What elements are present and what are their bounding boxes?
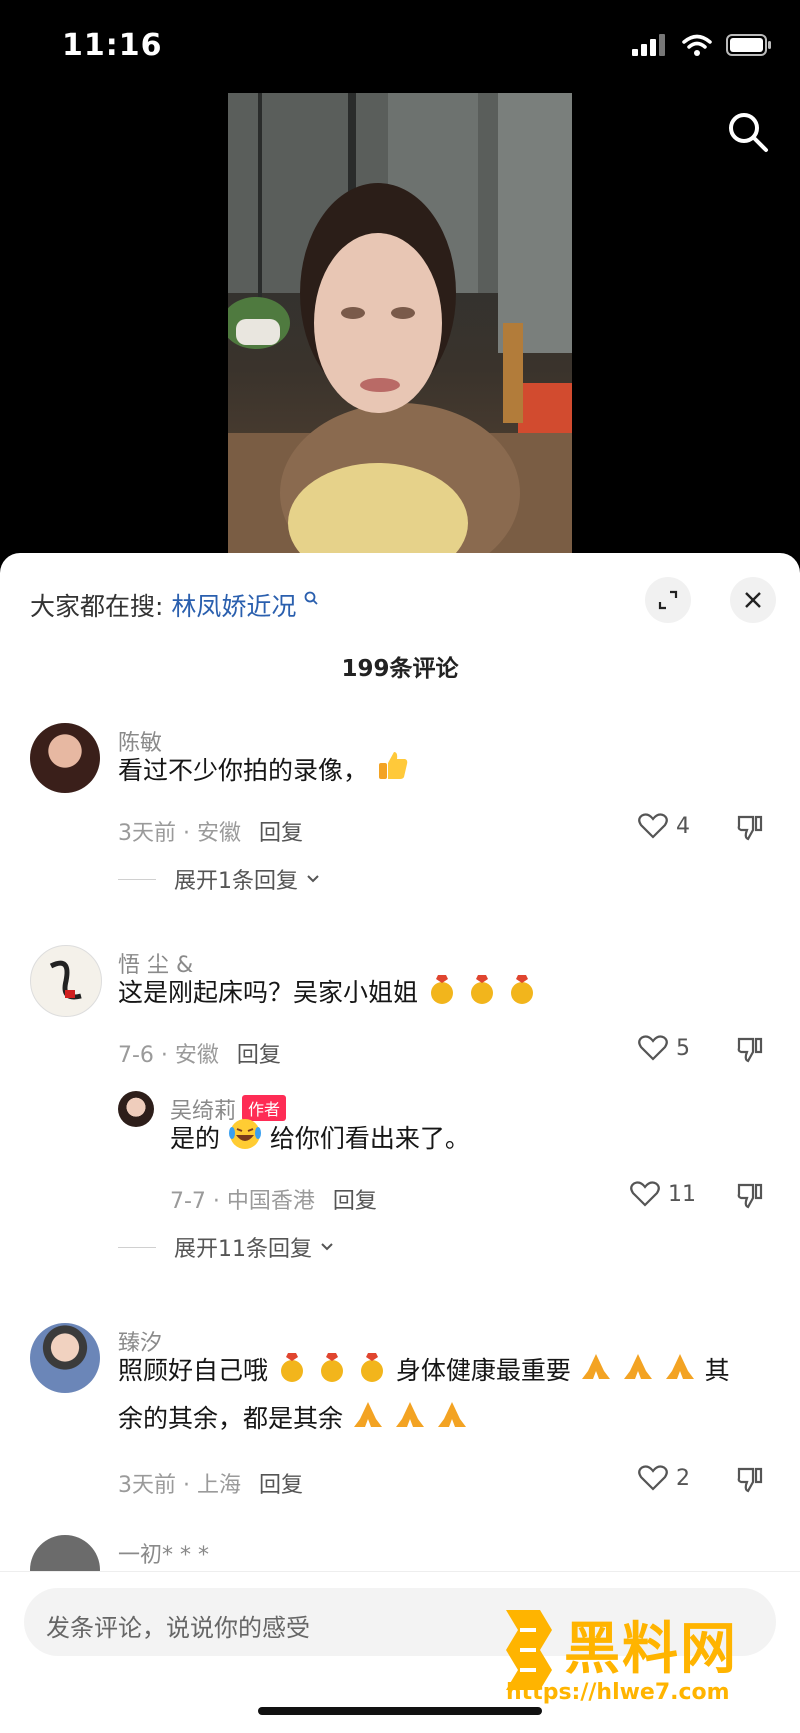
thumbs-down-icon — [737, 1183, 763, 1209]
chevron-down-icon — [321, 1243, 333, 1251]
status-time: 11:16 — [62, 28, 163, 63]
like-button[interactable]: 2 — [638, 1465, 690, 1491]
expand-sheet-button[interactable] — [645, 577, 691, 623]
status-bar: 11:16 — [0, 0, 800, 96]
like-count: 4 — [676, 813, 690, 839]
hot-search-keyword[interactable]: 林凤娇近况 — [171, 592, 296, 621]
hot-search-label: 大家都在搜: — [30, 592, 164, 621]
cellular-signal-icon — [632, 34, 665, 56]
comment-text-content: 这是刚起床吗？吴家小姐姐 — [118, 978, 419, 1007]
chevron-down-icon — [307, 875, 319, 883]
reply-text-a: 是的 — [170, 1124, 221, 1153]
reply-meta: 7-7 · 中国香港 回复 — [170, 1183, 377, 1215]
praying-hands-icon — [623, 1354, 652, 1379]
praying-hands-icon — [395, 1402, 424, 1427]
comment-text: 看过不少你拍的录像， — [118, 747, 410, 795]
divider — [118, 1246, 156, 1248]
battery-icon — [726, 34, 771, 56]
heart-icon — [638, 1465, 668, 1491]
search-icon[interactable] — [726, 110, 770, 158]
praying-hands-icon — [665, 1354, 694, 1379]
video-frame — [228, 93, 572, 553]
expand-replies[interactable]: 展开11条回复 — [118, 1231, 334, 1263]
like-button[interactable]: 5 — [638, 1035, 690, 1061]
comment-sheet: 大家都在搜: 林凤娇近况 199条评论 陈敏 看过不少你拍的录像， 3天前 · … — [0, 553, 800, 1732]
comment-text-line2: 余的其余，都是其余 — [118, 1404, 344, 1433]
reply-time-location: 7-7 · 中国香港 — [170, 1189, 315, 1214]
money-bag-icon — [430, 975, 453, 1004]
watermark-title: 黑料网 — [564, 1617, 738, 1682]
avatar[interactable] — [30, 723, 100, 793]
comment-count: 199条评论 — [341, 656, 459, 682]
heart-icon — [638, 813, 668, 839]
reply-text-b: 给你们看出来了。 — [269, 1124, 470, 1153]
heart-icon — [630, 1181, 660, 1207]
calligraphy-avatar-image — [49, 960, 82, 1000]
praying-hands-icon — [353, 1402, 382, 1427]
expand-replies[interactable]: 展开1条回复 — [118, 863, 320, 895]
comment-time-location: 3天前 · 上海 — [118, 1473, 241, 1498]
wifi-icon — [682, 34, 712, 56]
like-count: 2 — [676, 1465, 690, 1491]
comment-text-mid: 身体健康最重要 — [395, 1356, 571, 1385]
praying-hands-icon — [581, 1354, 610, 1379]
thumbs-down-icon — [737, 1467, 763, 1493]
reply-text: 是的 给你们看出来了。 — [170, 1115, 470, 1163]
comment-input-placeholder: 发条评论，说说你的感受 — [46, 1614, 310, 1642]
close-icon — [745, 592, 761, 608]
money-bag-icon — [470, 975, 493, 1004]
comment-text-end: 其 — [704, 1356, 730, 1385]
video-player[interactable] — [228, 93, 572, 553]
expand-replies-label: 展开11条回复 — [174, 1237, 312, 1262]
like-count: 11 — [668, 1181, 696, 1207]
dislike-button[interactable] — [736, 1035, 764, 1067]
close-button[interactable] — [730, 577, 776, 623]
dislike-button[interactable] — [736, 813, 764, 845]
expand-icon — [658, 590, 678, 610]
avatar[interactable] — [30, 1323, 100, 1393]
watermark-url: https://hlwe7.com — [506, 1680, 730, 1705]
reply-button[interactable]: 回复 — [333, 1189, 377, 1214]
comment-meta: 7-6 · 安徽 回复 — [118, 1037, 281, 1069]
comment-text-line1: 照顾好自己哦 — [118, 1356, 269, 1385]
praying-hands-icon — [437, 1402, 466, 1427]
thumbs-up-icon — [378, 752, 408, 779]
reply-button[interactable]: 回复 — [259, 1473, 303, 1498]
thumbs-down-icon — [737, 1037, 763, 1063]
comment-text-content: 看过不少你拍的录像， — [118, 756, 369, 785]
comment-meta: 3天前 · 上海 回复 — [118, 1467, 303, 1499]
comment-username[interactable]: 一初* * * — [118, 1537, 209, 1569]
expand-replies-label: 展开1条回复 — [174, 869, 298, 894]
home-indicator[interactable] — [258, 1707, 542, 1715]
thumbs-down-icon — [737, 815, 763, 841]
avatar[interactable] — [118, 1091, 154, 1127]
money-bag-icon — [320, 1353, 343, 1382]
like-button[interactable]: 11 — [630, 1181, 696, 1207]
money-bag-icon — [510, 975, 533, 1004]
comment-text: 照顾好自己哦 身体健康最重要 其 余的其余，都是其余 — [118, 1347, 778, 1443]
like-count: 5 — [676, 1035, 690, 1061]
status-icons — [632, 34, 772, 56]
avatar[interactable] — [30, 945, 102, 1017]
comment-text: 这是刚起床吗？吴家小姐姐 — [118, 969, 538, 1017]
money-bag-icon — [360, 1353, 383, 1382]
watermark: 黑料网 https://hlwe7.com — [496, 1600, 776, 1710]
comment-time-location: 3天前 · 安徽 — [118, 821, 241, 846]
reply-button[interactable]: 回复 — [259, 821, 303, 846]
search-small-icon — [304, 591, 318, 605]
divider — [118, 878, 156, 880]
dislike-button[interactable] — [736, 1181, 764, 1213]
comment-time-location: 7-6 · 安徽 — [118, 1043, 219, 1068]
laughing-tears-icon — [228, 1119, 261, 1149]
comment-meta: 3天前 · 安徽 回复 — [118, 815, 303, 847]
reply-button[interactable]: 回复 — [237, 1043, 281, 1068]
heart-icon — [638, 1035, 668, 1061]
money-bag-icon — [280, 1353, 303, 1382]
hot-search[interactable]: 大家都在搜: 林凤娇近况 — [30, 587, 320, 623]
dislike-button[interactable] — [736, 1465, 764, 1497]
like-button[interactable]: 4 — [638, 813, 690, 839]
